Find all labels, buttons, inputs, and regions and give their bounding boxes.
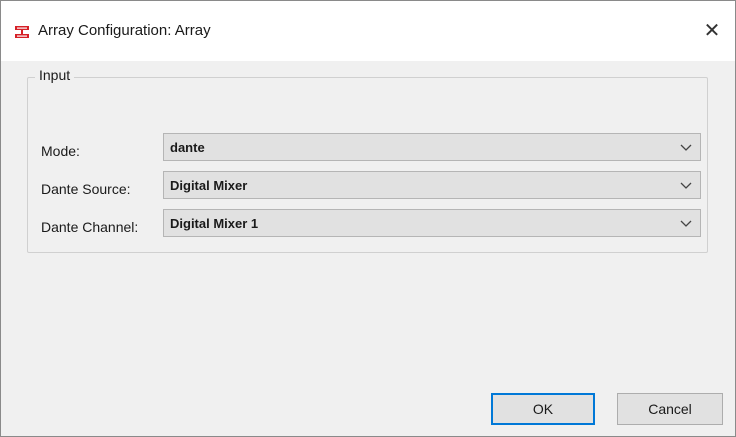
dante-channel-value: Digital Mixer 1 [170,216,259,231]
chevron-down-icon [680,144,692,151]
dante-channel-label: Dante Channel: [41,219,139,235]
chevron-down-icon [680,220,692,227]
ok-button[interactable]: OK [491,393,595,425]
close-icon: ✕ [703,19,721,42]
dante-source-label: Dante Source: [41,181,131,197]
mode-label: Mode: [41,143,80,159]
mode-select[interactable]: dante [163,133,701,161]
dante-source-value: Digital Mixer [170,178,248,193]
cancel-button[interactable]: Cancel [617,393,723,425]
dante-channel-select[interactable]: Digital Mixer 1 [163,209,701,237]
mode-value: dante [170,140,205,155]
dante-source-select[interactable]: Digital Mixer [163,171,701,199]
title-bar[interactable]: Array Configuration: Array ✕ [1,1,735,61]
input-group-label: Input [35,67,75,83]
window-title: Array Configuration: Array [38,22,211,39]
app-logo-icon [15,26,29,38]
close-button[interactable]: ✕ [695,15,729,45]
cancel-button-label: Cancel [648,401,692,417]
array-configuration-dialog: Array Configuration: Array ✕ Input Mode:… [0,0,736,437]
chevron-down-icon [680,182,692,189]
ok-button-label: OK [532,401,554,417]
